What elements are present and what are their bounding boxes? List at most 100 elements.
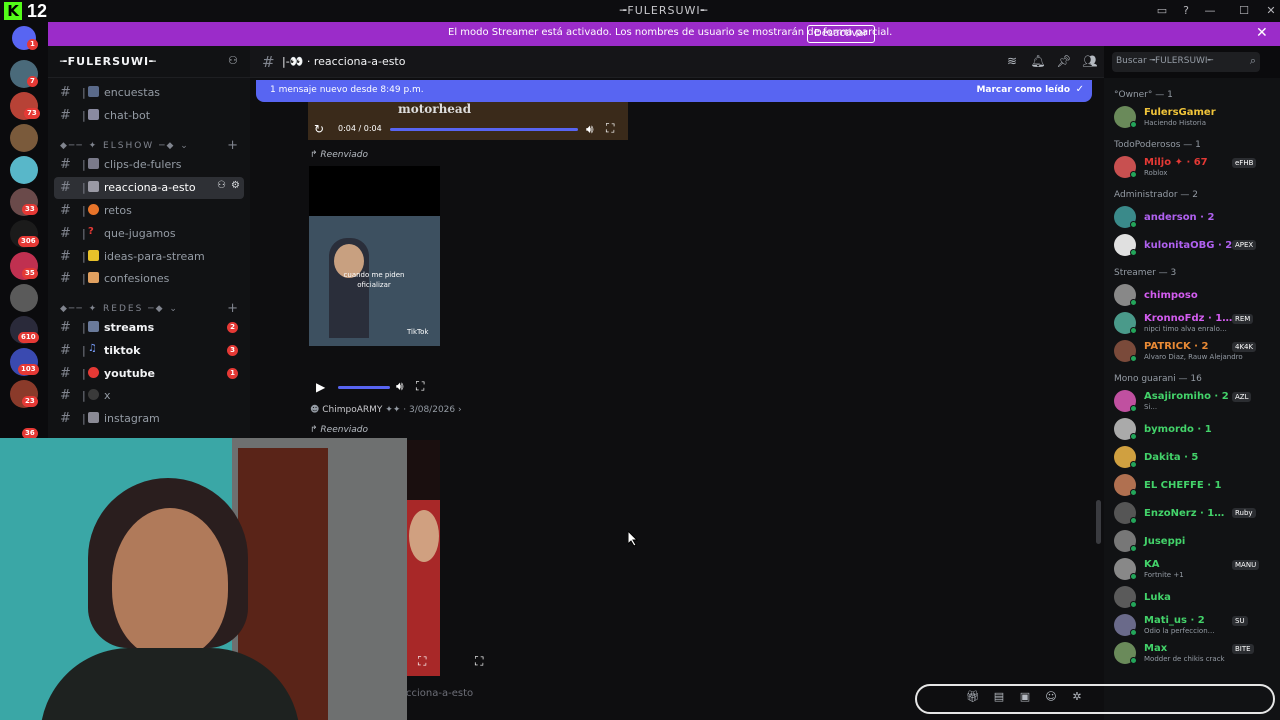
sticker-icon[interactable]: ▣ (1017, 690, 1033, 706)
pin-icon[interactable]: 📌︎ (1056, 54, 1072, 70)
forwarded-text: Reenviado (320, 150, 368, 160)
close-icon[interactable]: ✕ (1256, 25, 1268, 41)
member-name: Juseppi (1144, 536, 1186, 547)
status-dot (1130, 629, 1137, 636)
member-item[interactable]: FulersGamer Haciendo Historia (1112, 104, 1276, 130)
tiktok-watermark: TikTok (407, 328, 429, 336)
member-item[interactable]: KronnoFdz · 1… nipci timo alva enralo… REM (1112, 310, 1276, 336)
channel-label: streams (104, 321, 155, 334)
member-name: chimposo (1144, 290, 1198, 301)
member-item[interactable]: bymordo · 1 (1112, 416, 1276, 442)
gear-icon[interactable]: ⚙ (231, 180, 240, 191)
member-name: bymordo · 1 (1144, 424, 1212, 435)
close-window-button[interactable]: ✕ (1262, 3, 1280, 19)
add-channel-icon[interactable]: + (227, 138, 238, 153)
status-dot (1130, 221, 1137, 228)
member-item[interactable]: kulonitaOBG · 2… APEX (1112, 232, 1276, 258)
member-name: Dakita · 5 (1144, 452, 1199, 463)
message-author[interactable]: ChimpoARMY (322, 405, 382, 415)
channel-label: x (104, 389, 111, 402)
hash-icon: # (60, 271, 71, 286)
channel-youtube[interactable]: # | youtube 1 (54, 363, 244, 385)
new-messages-bar[interactable]: 1 mensaje nuevo desde 8:49 p.m. Marcar c… (256, 80, 1092, 102)
status-dot (1130, 299, 1137, 306)
volume-icon[interactable]: 🔊︎ (586, 122, 594, 137)
channel-que-jugamos[interactable]: # | ? que-jugamos (54, 223, 244, 245)
gif-icon[interactable]: ▤ (991, 690, 1007, 706)
fullscreen-icon[interactable]: ⛶ (475, 654, 483, 669)
replay-icon[interactable]: ↻ (314, 122, 324, 136)
member-item[interactable]: Asajiromiho · 2 Si... AZL (1112, 388, 1276, 414)
fire-icon (88, 204, 99, 215)
lightbulb-icon (88, 250, 99, 261)
channel-tiktok[interactable]: # | ♫ tiktok 3 (54, 340, 244, 362)
member-item[interactable]: KA Fortnite +1 MANU (1112, 556, 1276, 582)
member-tag: 4K4K (1232, 342, 1257, 352)
mark-read-button[interactable]: Marcar como leído (976, 85, 1070, 95)
emoji-icon[interactable]: ☺ (1043, 690, 1059, 706)
member-tag: AZL (1232, 392, 1252, 402)
channel-x[interactable]: # | x (54, 385, 244, 407)
invite-icon[interactable]: ⚇ (217, 180, 226, 191)
server-icon[interactable] (10, 156, 38, 184)
add-member-icon[interactable]: ⚇ (228, 54, 238, 67)
server-icon[interactable] (10, 284, 38, 312)
channel-instagram[interactable]: # | instagram (54, 408, 244, 430)
member-list-icon[interactable]: 👥︎ (1082, 54, 1098, 70)
video-player[interactable]: cuando me piden oficializar TikTok (309, 166, 440, 346)
member-name: PATRICK · 2 (1144, 341, 1209, 352)
channel-confesiones[interactable]: # | confesiones (54, 268, 244, 290)
channel-clips-de-fulers[interactable]: # | clips-de-fulers (54, 154, 244, 176)
member-item[interactable]: Dakita · 5 (1112, 444, 1276, 470)
channel-title: |-👀 · reacciona-a-esto (282, 55, 406, 68)
window-titlebar: ╼FULERSUWI╾ ▭ ? — ☐ ✕ (48, 0, 1280, 22)
bell-icon[interactable]: 🔔︎ (1030, 54, 1046, 70)
composer-placeholder: cciona-a-esto (406, 688, 474, 699)
role-header: °Owner° — 1 (1114, 90, 1173, 100)
member-item[interactable]: EnzoNerz · 1… Ruby (1112, 500, 1276, 526)
help-icon[interactable]: ? (1177, 3, 1195, 19)
channel-chat-bot[interactable]: # | chat-bot (54, 105, 244, 127)
audio-progress-bar[interactable] (390, 128, 578, 131)
channel-encuestas[interactable]: # | encuestas (54, 82, 244, 104)
member-item[interactable]: Mati_us · 2 Odio la perfeccion… SU (1112, 612, 1276, 638)
server-header[interactable]: ╼FULERSUWI╾ ⚇ (48, 46, 250, 78)
member-item[interactable]: EL CHEFFE · 1 (1112, 472, 1276, 498)
member-name: KA (1144, 559, 1160, 570)
channel-reacciona-a-esto[interactable]: # | reacciona-a-esto ⚇ ⚙ (54, 177, 244, 199)
channel-ideas-para-stream[interactable]: # | ideas-para-stream (54, 246, 244, 268)
member-item[interactable]: Luka (1112, 584, 1276, 610)
play-icon[interactable]: ▶ (316, 380, 325, 394)
member-item[interactable]: anderson · 2 (1112, 204, 1276, 230)
channel-retos[interactable]: # | retos (54, 200, 244, 222)
search-input[interactable]: Buscar ╼FULERSUWI╾ ⌕ (1112, 52, 1260, 72)
deactivate-button[interactable]: Desactivar (807, 25, 875, 43)
category-redes[interactable]: ◆── ✦ REDES ─◆ ⌄ (60, 304, 179, 314)
audio-player[interactable]: motorhead ↻ 0:04 / 0:04 🔊︎ ⛶ (308, 100, 628, 140)
inbox-icon[interactable]: ▭ (1153, 3, 1171, 19)
category-elshow[interactable]: ◆── ✦ ELSHOW ─◆ ⌄ (60, 141, 190, 151)
fullscreen-icon[interactable]: ⛶ (416, 379, 424, 394)
member-tag: SU (1232, 616, 1248, 626)
minimize-button[interactable]: — (1201, 3, 1219, 19)
hash-icon: # (262, 53, 275, 71)
channel-streams[interactable]: # | streams 2 (54, 317, 244, 339)
maximize-button[interactable]: ☐ (1235, 3, 1253, 19)
fullscreen-icon[interactable]: ⛶ (418, 654, 426, 669)
status-dot (1130, 249, 1137, 256)
apps-icon[interactable]: ✲ (1069, 690, 1085, 706)
member-item[interactable]: chimposo (1112, 282, 1276, 308)
threads-icon[interactable]: ≋ (1004, 54, 1020, 70)
member-item[interactable]: Max Modder de chikis crack BITE (1112, 640, 1276, 666)
scrollbar-thumb[interactable] (1096, 500, 1101, 544)
add-channel-icon[interactable]: + (227, 301, 238, 316)
gift-icon[interactable]: 🎁︎ (965, 690, 981, 706)
member-item[interactable]: PATRICK · 2 Alvaro Diaz, Rauw Alejandro 4K… (1112, 338, 1276, 364)
volume-icon[interactable]: 🔊︎ (396, 379, 404, 394)
volume-slider[interactable] (338, 386, 390, 389)
member-item[interactable]: Juseppi (1112, 528, 1276, 554)
fullscreen-icon[interactable]: ⛶ (606, 121, 614, 136)
member-name: EL CHEFFE · 1 (1144, 480, 1222, 491)
member-item[interactable]: Miljo ✦ · 67 Roblox eFHB (1112, 154, 1276, 180)
server-icon[interactable] (10, 124, 38, 152)
